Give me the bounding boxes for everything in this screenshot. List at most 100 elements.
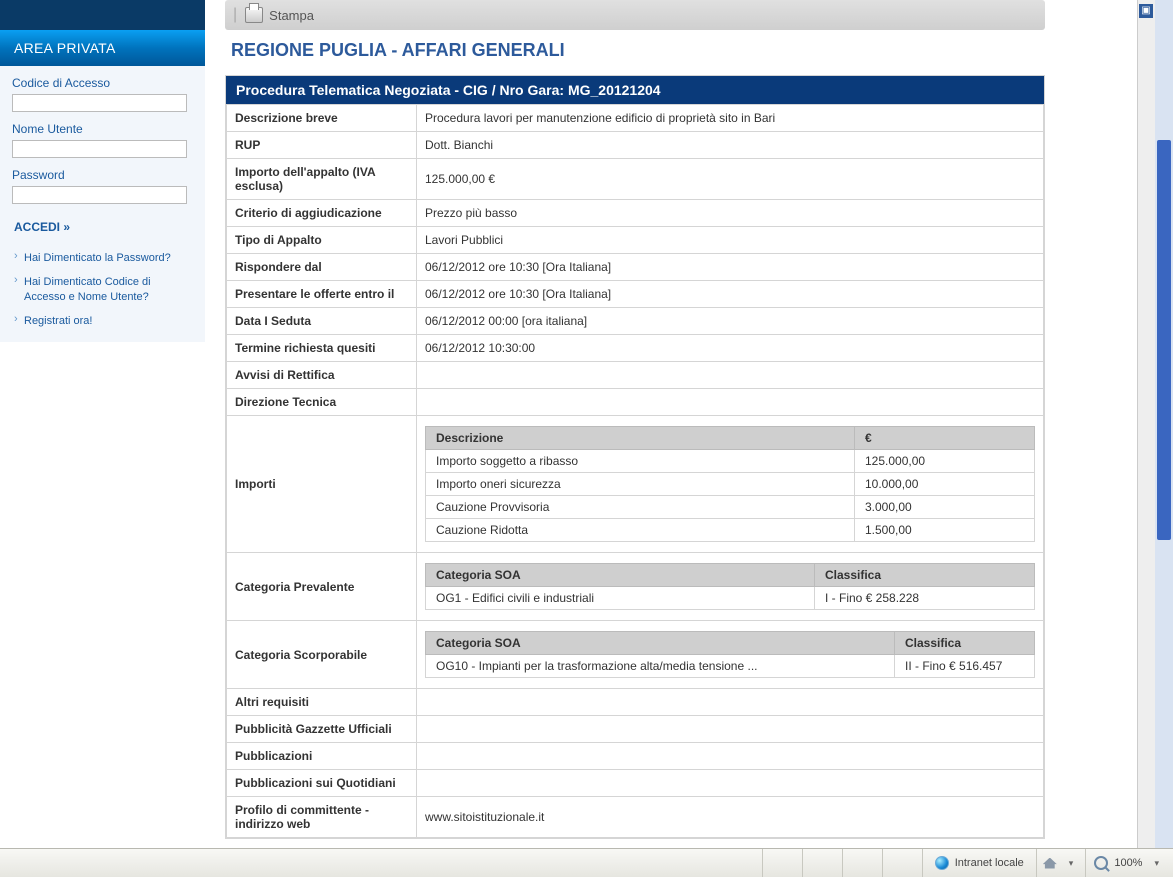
- label: Descrizione breve: [227, 105, 417, 132]
- label: Rispondere dal: [227, 254, 417, 281]
- label: RUP: [227, 132, 417, 159]
- page-title: REGIONE PUGLIA - AFFARI GENERALI: [231, 40, 1045, 61]
- detail-panel: Procedura Telematica Negoziata - CIG / N…: [225, 75, 1045, 839]
- row-rispondere: Rispondere dal 06/12/2012 ore 10:30 [Ora…: [227, 254, 1044, 281]
- table-row: OG1 - Edifici civili e industrialiI - Fi…: [426, 587, 1035, 610]
- value: Categoria SOA Classifica OG1 - Edifici c…: [417, 553, 1044, 621]
- value: 06/12/2012 ore 10:30 [Ora Italiana]: [417, 254, 1044, 281]
- print-button[interactable]: Stampa: [245, 7, 314, 23]
- sidebar: AREA PRIVATA Codice di Accesso Nome Uten…: [0, 0, 205, 848]
- row-quotidiani: Pubblicazioni sui Quotidiani: [227, 770, 1044, 797]
- col-soa: Categoria SOA: [426, 564, 815, 587]
- value: [417, 362, 1044, 389]
- row-direzione: Direzione Tecnica: [227, 389, 1044, 416]
- label: Pubblicità Gazzette Ufficiali: [227, 716, 417, 743]
- row-importi: Importi Descrizione € Importo soggetto a…: [227, 416, 1044, 553]
- register-link[interactable]: Registrati ora!: [24, 315, 92, 327]
- scorporabile-table: Categoria SOA Classifica OG10 - Impianti…: [425, 631, 1035, 678]
- forgot-password-link[interactable]: Hai Dimenticato la Password?: [24, 252, 171, 264]
- status-zoom[interactable]: 100% ▾: [1085, 849, 1173, 877]
- browser-statusbar: Intranet locale ▾ 100% ▾: [0, 848, 1173, 877]
- print-label: Stampa: [269, 8, 314, 23]
- toolbar-separator: |: [233, 6, 237, 24]
- label: Data I Seduta: [227, 308, 417, 335]
- value: Prezzo più basso: [417, 200, 1044, 227]
- table-row: Cauzione Provvisoria3.000,00: [426, 496, 1035, 519]
- col-classifica: Classifica: [895, 632, 1035, 655]
- label: Termine richiesta quesiti: [227, 335, 417, 362]
- detail-table: Descrizione breve Procedura lavori per m…: [226, 104, 1044, 838]
- forgot-code-user-link[interactable]: Hai Dimenticato Codice di Accesso e Nome…: [24, 276, 151, 304]
- col-classifica: Classifica: [815, 564, 1035, 587]
- col-euro: €: [855, 427, 1035, 450]
- row-criterio: Criterio di aggiudicazione Prezzo più ba…: [227, 200, 1044, 227]
- value: [417, 770, 1044, 797]
- status-seg-empty: [882, 849, 922, 877]
- inner-scrollbar[interactable]: ▣: [1137, 0, 1155, 848]
- value: 06/12/2012 10:30:00: [417, 335, 1044, 362]
- label: Pubblicazioni sui Quotidiani: [227, 770, 417, 797]
- col-descrizione: Descrizione: [426, 427, 855, 450]
- value: [417, 716, 1044, 743]
- label: Criterio di aggiudicazione: [227, 200, 417, 227]
- scrollbar-thumb[interactable]: [1157, 140, 1171, 540]
- row-quesiti: Termine richiesta quesiti 06/12/2012 10:…: [227, 335, 1044, 362]
- label: Importo dell'appalto (IVA esclusa): [227, 159, 417, 200]
- user-label: Nome Utente: [12, 122, 193, 136]
- row-scorporabile: Categoria Scorporabile Categoria SOA Cla…: [227, 621, 1044, 689]
- value: Lavori Pubblici: [417, 227, 1044, 254]
- help-links: Hai Dimenticato la Password? Hai Dimenti…: [12, 246, 193, 332]
- importi-table: Descrizione € Importo soggetto a ribasso…: [425, 426, 1035, 542]
- zoom-value: 100%: [1114, 857, 1142, 869]
- label: Importi: [227, 416, 417, 553]
- row-altri: Altri requisiti: [227, 689, 1044, 716]
- row-gazzette: Pubblicità Gazzette Ufficiali: [227, 716, 1044, 743]
- value: 06/12/2012 00:00 [ora italiana]: [417, 308, 1044, 335]
- label: Profilo di committente - indirizzo web: [227, 797, 417, 838]
- label: Categoria Scorporabile: [227, 621, 417, 689]
- status-home[interactable]: ▾: [1036, 849, 1086, 877]
- row-profilo: Profilo di committente - indirizzo web w…: [227, 797, 1044, 838]
- label: Direzione Tecnica: [227, 389, 417, 416]
- value: www.sitoistituzionale.it: [417, 797, 1044, 838]
- code-input[interactable]: [12, 94, 187, 112]
- pass-input[interactable]: [12, 186, 187, 204]
- chevron-down-icon[interactable]: ▾: [1148, 858, 1165, 869]
- label: Categoria Prevalente: [227, 553, 417, 621]
- collapse-icon[interactable]: ▣: [1139, 4, 1153, 18]
- home-icon: [1043, 858, 1057, 869]
- value: 125.000,00 €: [417, 159, 1044, 200]
- chevron-down-icon[interactable]: ▾: [1063, 858, 1080, 869]
- value: Procedura lavori per manutenzione edific…: [417, 105, 1044, 132]
- toolbar: | Stampa: [225, 0, 1045, 30]
- value: [417, 689, 1044, 716]
- status-seg-empty: [802, 849, 842, 877]
- label: Presentare le offerte entro il: [227, 281, 417, 308]
- row-avvisi: Avvisi di Rettifica: [227, 362, 1044, 389]
- label: Tipo di Appalto: [227, 227, 417, 254]
- row-presentare: Presentare le offerte entro il 06/12/201…: [227, 281, 1044, 308]
- code-label: Codice di Accesso: [12, 76, 193, 90]
- value: Categoria SOA Classifica OG10 - Impianti…: [417, 621, 1044, 689]
- col-soa: Categoria SOA: [426, 632, 895, 655]
- row-rup: RUP Dott. Bianchi: [227, 132, 1044, 159]
- login-form: Codice di Accesso Nome Utente Password A…: [0, 66, 205, 342]
- table-row: Cauzione Ridotta1.500,00: [426, 519, 1035, 542]
- login-button[interactable]: ACCEDI »: [12, 214, 72, 240]
- outer-scrollbar[interactable]: [1155, 0, 1173, 848]
- value: [417, 389, 1044, 416]
- sidebar-title: AREA PRIVATA: [0, 30, 205, 66]
- print-icon: [245, 7, 263, 23]
- table-row: Importo soggetto a ribasso125.000,00: [426, 450, 1035, 473]
- table-row: Importo oneri sicurezza10.000,00: [426, 473, 1035, 496]
- table-row: OG10 - Impianti per la trasformazione al…: [426, 655, 1035, 678]
- row-descrizione: Descrizione breve Procedura lavori per m…: [227, 105, 1044, 132]
- label: Avvisi di Rettifica: [227, 362, 417, 389]
- sidebar-top-bar: [0, 0, 205, 30]
- zoom-icon: [1094, 856, 1108, 870]
- value: Descrizione € Importo soggetto a ribasso…: [417, 416, 1044, 553]
- user-input[interactable]: [12, 140, 187, 158]
- pass-label: Password: [12, 168, 193, 182]
- label: Altri requisiti: [227, 689, 417, 716]
- panel-header: Procedura Telematica Negoziata - CIG / N…: [226, 76, 1044, 104]
